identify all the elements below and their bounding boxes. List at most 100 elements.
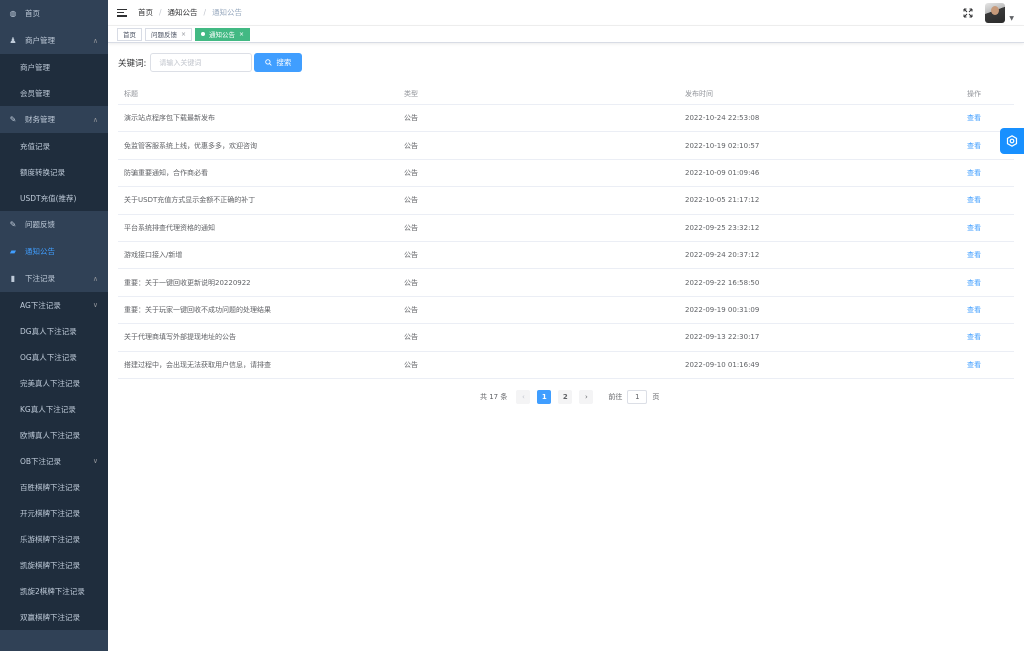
sidebar-item-1[interactable]: ♟ 商户管理 ∧ <box>0 27 108 54</box>
sidebar-item-22[interactable]: 凯旋2棋牌下注记录 <box>0 578 108 604</box>
sidebar-item-15[interactable]: KG真人下注记录 <box>0 396 108 422</box>
table-row: 关于USDT充值方式显示金额不正确的补丁 公告 2022-10-05 21:17:1… <box>118 187 1014 215</box>
keyword-input[interactable] <box>150 53 253 72</box>
sidebar-item-14[interactable]: 完美真人下注记录 <box>0 370 108 396</box>
sidebar-item-label: 欧博真人下注记录 <box>20 430 80 440</box>
table-header: 标题 类型 发布时间 操作 <box>118 83 1014 105</box>
sidebar-item-5[interactable]: 充值记录 <box>0 133 108 159</box>
tag-label: 首页 <box>123 31 136 39</box>
breadcrumb-separator: / <box>203 8 207 17</box>
sidebar-item-7[interactable]: USDT充值(推荐) <box>0 185 108 211</box>
column-header-type: 类型 <box>404 89 418 98</box>
cell-title: 演示站点程序包下载最新发布 <box>124 114 215 123</box>
table-row: 平台系统排查代理资格的通知 公告 2022-09-25 23:32:12 查看 <box>118 215 1014 242</box>
column-header-action: 操作 <box>967 89 981 98</box>
table-body: 演示站点程序包下载最新发布 公告 2022-10-24 22:53:08 查看 免监管客… <box>118 105 1014 379</box>
breadcrumb-home[interactable]: 首页 <box>138 7 153 18</box>
cell-time: 2022-09-10 01:16:49 <box>685 360 760 369</box>
tag-2[interactable]: 通知公告 × <box>195 27 251 41</box>
sidebar-item-label: 开元棋牌下注记录 <box>20 508 80 518</box>
cell-title: 免监管客服系统上线，优惠多多，欢迎咨询 <box>124 141 257 150</box>
view-link[interactable]: 查看 <box>961 113 1014 123</box>
view-link[interactable]: 查看 <box>961 250 1014 260</box>
sidebar-item-19[interactable]: 开元棋牌下注记录 <box>0 500 108 526</box>
gear-icon <box>1006 135 1018 147</box>
sidebar-item-3[interactable]: 会员管理 <box>0 80 108 106</box>
sidebar-item-2[interactable]: 商户管理 <box>0 54 108 80</box>
sidebar-item-17[interactable]: OB下注记录 ∨ <box>0 448 108 474</box>
active-dot <box>201 32 206 36</box>
tag-0[interactable]: 首页 <box>117 27 142 41</box>
cell-type: 公告 <box>404 305 418 314</box>
avatar[interactable] <box>985 3 1006 23</box>
table-row: 重要：关于玩家一键回收不成功问题的处理结果 公告 2022-09-19 00:31:… <box>118 297 1014 325</box>
cell-type: 公告 <box>404 141 418 150</box>
sidebar-item-0[interactable]: ◍ 首页 <box>0 0 108 27</box>
table-row: 重要：关于一键回收更新说明20220922 公告 2022-09-22 16:58:… <box>118 269 1014 297</box>
sidebar-item-13[interactable]: OG真人下注记录 <box>0 344 108 370</box>
cell-time: 2022-09-22 16:58:50 <box>685 278 760 287</box>
view-link[interactable]: 查看 <box>961 223 1014 233</box>
breadcrumb-current: 通知公告 <box>212 8 243 17</box>
page-1-button[interactable]: 1 <box>537 390 552 404</box>
sidebar-item-21[interactable]: 凯旋棋牌下注记录 <box>0 552 108 578</box>
page-2-button[interactable]: 2 <box>558 390 573 404</box>
cell-type: 公告 <box>404 223 418 232</box>
document-icon: ▮ <box>10 274 16 283</box>
sidebar-item-18[interactable]: 百胜棋牌下注记录 <box>0 474 108 500</box>
sidebar-item-20[interactable]: 乐游棋牌下注记录 <box>0 526 108 552</box>
cell-type: 公告 <box>404 168 418 177</box>
sidebar-item-6[interactable]: 额度转换记录 <box>0 159 108 185</box>
view-link[interactable]: 查看 <box>961 332 1014 342</box>
close-icon[interactable]: × <box>239 31 244 38</box>
folder-icon: ▰ <box>9 247 17 256</box>
tag-1[interactable]: 问题反馈 × <box>145 27 193 41</box>
table-row: 搭建过程中，会出现无法获取用户信息，请排查 公告 2022-09-10 01:16:… <box>118 352 1014 379</box>
sidebar-item-label: USDT充值(推荐) <box>20 193 77 203</box>
cell-type: 公告 <box>404 251 418 260</box>
sidebar-item-label: 会员管理 <box>20 88 50 98</box>
view-link[interactable]: 查看 <box>961 278 1014 288</box>
tags-view: 首页 问题反馈 × 通知公告 × <box>108 26 1024 43</box>
sidebar-item-label: OB下注记录 <box>20 456 62 466</box>
sidebar-item-label: 凯旋2棋牌下注记录 <box>20 586 85 596</box>
sidebar-item-8[interactable]: ✎ 问题反馈 <box>0 211 108 238</box>
fullscreen-icon[interactable] <box>963 8 973 18</box>
next-page-icon[interactable]: › <box>579 390 594 404</box>
cell-title: 平台系统排查代理资格的通知 <box>124 223 215 232</box>
sidebar-item-label: 商户管理 <box>25 36 55 45</box>
table-row: 关于代理商填写外部提现地址的公告 公告 2022-09-13 22:30:17 查看 <box>118 324 1014 352</box>
view-link[interactable]: 查看 <box>961 168 1014 178</box>
sidebar-item-16[interactable]: 欧博真人下注记录 <box>0 422 108 448</box>
sidebar-item-9[interactable]: ▰ 通知公告 <box>0 238 108 265</box>
dashboard-icon: ◍ <box>9 9 17 18</box>
caret-down-icon[interactable]: ▼ <box>1009 15 1014 22</box>
cell-type: 公告 <box>404 360 418 369</box>
breadcrumb-separator: / <box>159 8 162 17</box>
pagination: 共 17 条 ‹ 1 2 › 前往 页 <box>480 390 659 404</box>
sidebar-item-4[interactable]: ✎ 财务管理 ∧ <box>0 106 108 133</box>
view-link[interactable]: 查看 <box>961 195 1014 205</box>
sidebar-item-12[interactable]: DG真人下注记录 <box>0 318 108 344</box>
sidebar-item-10[interactable]: ▮ 下注记录 ∧ <box>0 265 108 292</box>
table-row: 游戏接口接入/新增 公告 2022-09-24 20:37:12 查看 <box>118 242 1014 270</box>
search-button-label: 搜索 <box>276 58 292 67</box>
settings-button[interactable] <box>1000 128 1024 154</box>
close-icon[interactable]: × <box>181 31 186 38</box>
view-link[interactable]: 查看 <box>961 360 1014 370</box>
cell-title: 搭建过程中，会出现无法获取用户信息，请排查 <box>124 360 271 369</box>
cell-type: 公告 <box>404 278 418 287</box>
prev-page-icon[interactable]: ‹ <box>516 390 531 404</box>
goto-page-input[interactable] <box>627 390 648 404</box>
cell-title: 关于USDT充值方式显示金额不正确的补丁 <box>124 196 256 205</box>
cell-time: 2022-10-05 21:17:12 <box>685 196 760 205</box>
sidebar-item-label: 完美真人下注记录 <box>20 378 80 388</box>
sidebar-item-label: KG真人下注记录 <box>20 404 76 414</box>
breadcrumb-section[interactable]: 通知公告 <box>168 7 198 18</box>
search-button[interactable]: 搜索 <box>254 53 303 72</box>
view-link[interactable]: 查看 <box>961 305 1014 315</box>
hamburger-icon[interactable] <box>117 8 127 17</box>
sidebar-item-23[interactable]: 双赢棋牌下注记录 <box>0 604 108 630</box>
chevron-up-icon: ∧ <box>92 36 98 45</box>
sidebar-item-11[interactable]: AG下注记录 ∨ <box>0 292 108 318</box>
